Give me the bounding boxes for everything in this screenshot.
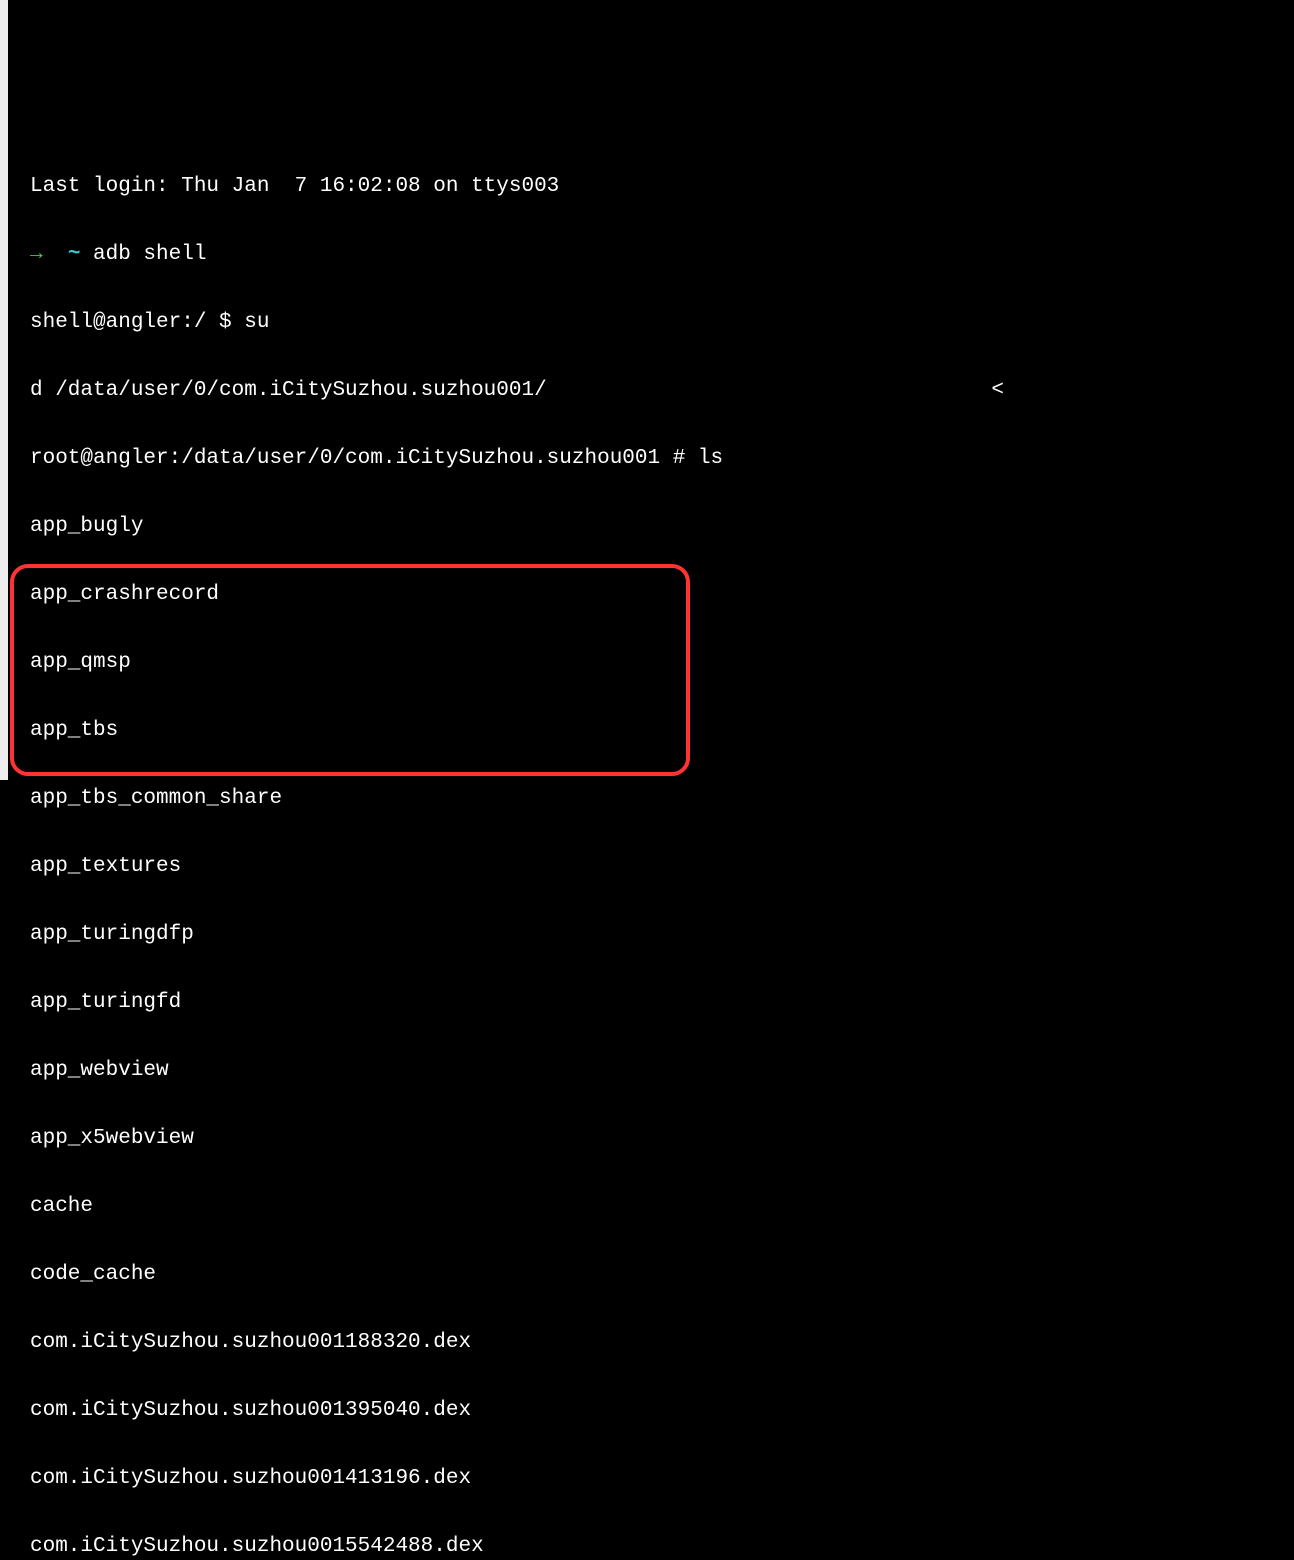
prompt-line-su: shell@angler:/ $ su — [30, 306, 1294, 340]
cmd-adb-shell: adb shell — [80, 243, 206, 266]
ls-entry: code_cache — [30, 1258, 1294, 1292]
ls-entry: app_x5webview — [30, 1122, 1294, 1156]
prompt-arrow: → — [30, 243, 68, 266]
terminal-output[interactable]: Last login: Thu Jan 7 16:02:08 on ttys00… — [16, 136, 1294, 1560]
prompt-shell: shell@angler:/ $ — [30, 311, 244, 334]
ls-entry: app_turingdfp — [30, 918, 1294, 952]
ls-entry: app_crashrecord — [30, 578, 1294, 612]
cd-line: d /data/user/0/com.iCitySuzhou.suzhou001… — [30, 374, 1294, 408]
last-login-line: Last login: Thu Jan 7 16:02:08 on ttys00… — [30, 170, 1294, 204]
dex-entry: com.iCitySuzhou.suzhou0015542488.dex — [30, 1530, 1294, 1560]
ls-entry: app_bugly — [30, 510, 1294, 544]
ls-entry: app_tbs — [30, 714, 1294, 748]
ls-entry: cache — [30, 1190, 1294, 1224]
ls-entry: app_webview — [30, 1054, 1294, 1088]
ls-entry: app_textures — [30, 850, 1294, 884]
ls-entry: app_qmsp — [30, 646, 1294, 680]
prompt-line-adb: → ~ adb shell — [30, 238, 1294, 272]
ls-entry: app_turingfd — [30, 986, 1294, 1020]
prompt-line-ls: root@angler:/data/user/0/com.iCitySuzhou… — [30, 442, 1294, 476]
prompt-tilde: ~ — [68, 243, 81, 266]
cd-path: d /data/user/0/com.iCitySuzhou.suzhou001… — [30, 379, 547, 402]
dex-entry: com.iCitySuzhou.suzhou001395040.dex — [30, 1394, 1294, 1428]
cd-caret: < — [991, 374, 1294, 408]
prompt-root: root@angler:/data/user/0/com.iCitySuzhou… — [30, 447, 698, 470]
ls-entry: app_tbs_common_share — [30, 782, 1294, 816]
cmd-ls: ls — [698, 447, 723, 470]
cmd-su: su — [244, 311, 269, 334]
dex-entry: com.iCitySuzhou.suzhou001188320.dex — [30, 1326, 1294, 1360]
dex-entry: com.iCitySuzhou.suzhou001413196.dex — [30, 1462, 1294, 1496]
